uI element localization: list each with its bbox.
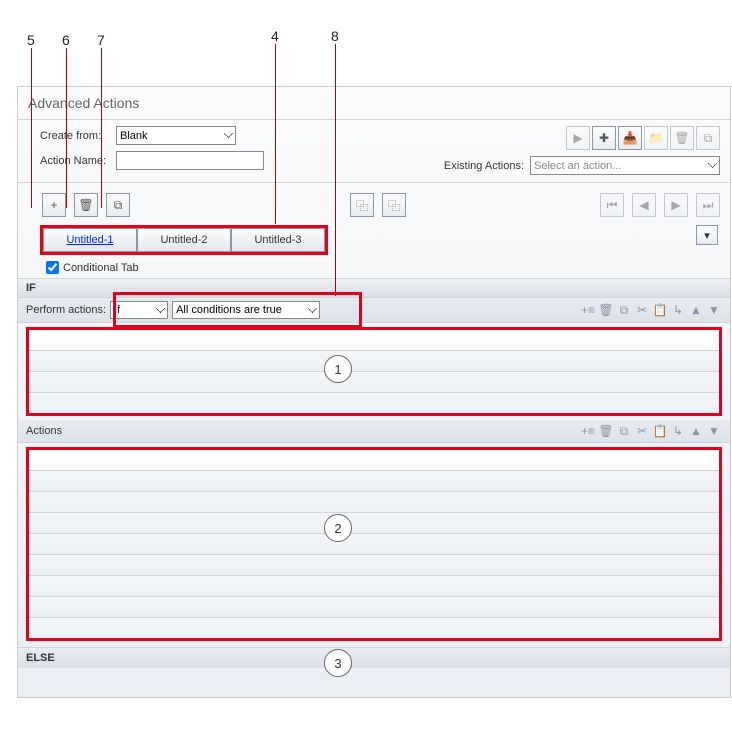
duplicate-icon: ⧉: [696, 126, 720, 150]
last-decision-icon: ⏭: [696, 193, 720, 217]
dialog-title: Advanced Actions: [18, 87, 730, 120]
callout-4: 4: [271, 28, 279, 44]
tab-untitled-2[interactable]: Untitled-2: [137, 228, 231, 252]
move-down-icon[interactable]: ▼: [706, 423, 722, 439]
existing-actions-select[interactable]: Select an action...: [530, 156, 720, 175]
callout-5: 5: [27, 32, 35, 48]
folder-icon: 📁: [644, 126, 668, 150]
paste-row-icon[interactable]: 📋: [652, 423, 668, 439]
copy-row-icon[interactable]: ⧉: [616, 302, 632, 318]
callout-6: 6: [62, 32, 70, 48]
perform-condition-select[interactable]: All conditions are true: [172, 301, 320, 319]
perform-actions-label: Perform actions:: [26, 304, 106, 316]
copy-row-icon[interactable]: ⧉: [616, 423, 632, 439]
delete-row-icon[interactable]: 🗑: [598, 423, 614, 439]
paste-action-button[interactable]: ⿻: [382, 193, 406, 217]
callout-line: [66, 48, 67, 208]
callout-line: [335, 44, 336, 296]
actions-grid[interactable]: [26, 447, 722, 641]
callout-8: 8: [331, 28, 339, 44]
insert-row-icon[interactable]: ↳: [670, 423, 686, 439]
conditional-tab-label: Conditional Tab: [63, 262, 139, 274]
delete-icon: 🗑: [670, 126, 694, 150]
prev-decision-icon: ◀: [632, 193, 656, 217]
paste-row-icon[interactable]: 📋: [652, 302, 668, 318]
actions-section-header: Actions: [26, 425, 62, 437]
action-name-input[interactable]: [116, 151, 264, 170]
callout-line: [31, 48, 32, 208]
copy-action-button[interactable]: ⿻: [350, 193, 374, 217]
callout-1: 1: [324, 355, 352, 383]
callout-line: [101, 48, 102, 208]
advanced-actions-dialog: Advanced Actions Create from: Blank Acti…: [17, 86, 731, 698]
perform-if-select[interactable]: If: [110, 301, 168, 319]
decision-tabs: Untitled-1 Untitled-2 Untitled-3: [40, 225, 328, 255]
first-decision-icon: ⏮: [600, 193, 624, 217]
tabs-dropdown-button[interactable]: ▾: [696, 225, 718, 245]
duplicate-decision-button[interactable]: ⧉: [106, 193, 130, 217]
delete-row-icon[interactable]: 🗑: [598, 302, 614, 318]
callout-7: 7: [97, 32, 105, 48]
action-name-label: Action Name:: [40, 155, 116, 167]
insert-row-icon[interactable]: ↳: [670, 302, 686, 318]
create-from-select[interactable]: Blank: [116, 126, 236, 145]
delete-decision-button[interactable]: 🗑: [74, 193, 98, 217]
import-button[interactable]: 📥: [618, 126, 642, 150]
else-section-header[interactable]: ELSE: [18, 647, 730, 668]
callout-3: 3: [324, 649, 352, 677]
add-decision-button[interactable]: +: [42, 193, 66, 217]
if-section-header: IF: [18, 278, 730, 298]
preview-icon: ▶: [566, 126, 590, 150]
add-action-button[interactable]: ✚: [592, 126, 616, 150]
existing-actions-label: Existing Actions:: [444, 160, 524, 172]
callout-2: 2: [324, 514, 352, 542]
cut-row-icon[interactable]: ✂: [634, 423, 650, 439]
move-up-icon[interactable]: ▲: [688, 423, 704, 439]
conditions-grid[interactable]: [26, 327, 722, 416]
tab-untitled-3[interactable]: Untitled-3: [231, 228, 325, 252]
move-down-icon[interactable]: ▼: [706, 302, 722, 318]
add-row-icon[interactable]: +≡: [580, 302, 596, 318]
tab-untitled-1[interactable]: Untitled-1: [43, 228, 137, 252]
move-up-icon[interactable]: ▲: [688, 302, 704, 318]
cut-row-icon[interactable]: ✂: [634, 302, 650, 318]
callout-line: [275, 44, 276, 224]
conditional-tab-checkbox[interactable]: [46, 261, 59, 274]
next-decision-icon: ▶: [664, 193, 688, 217]
add-row-icon[interactable]: +≡: [580, 423, 596, 439]
create-from-label: Create from:: [40, 130, 116, 142]
